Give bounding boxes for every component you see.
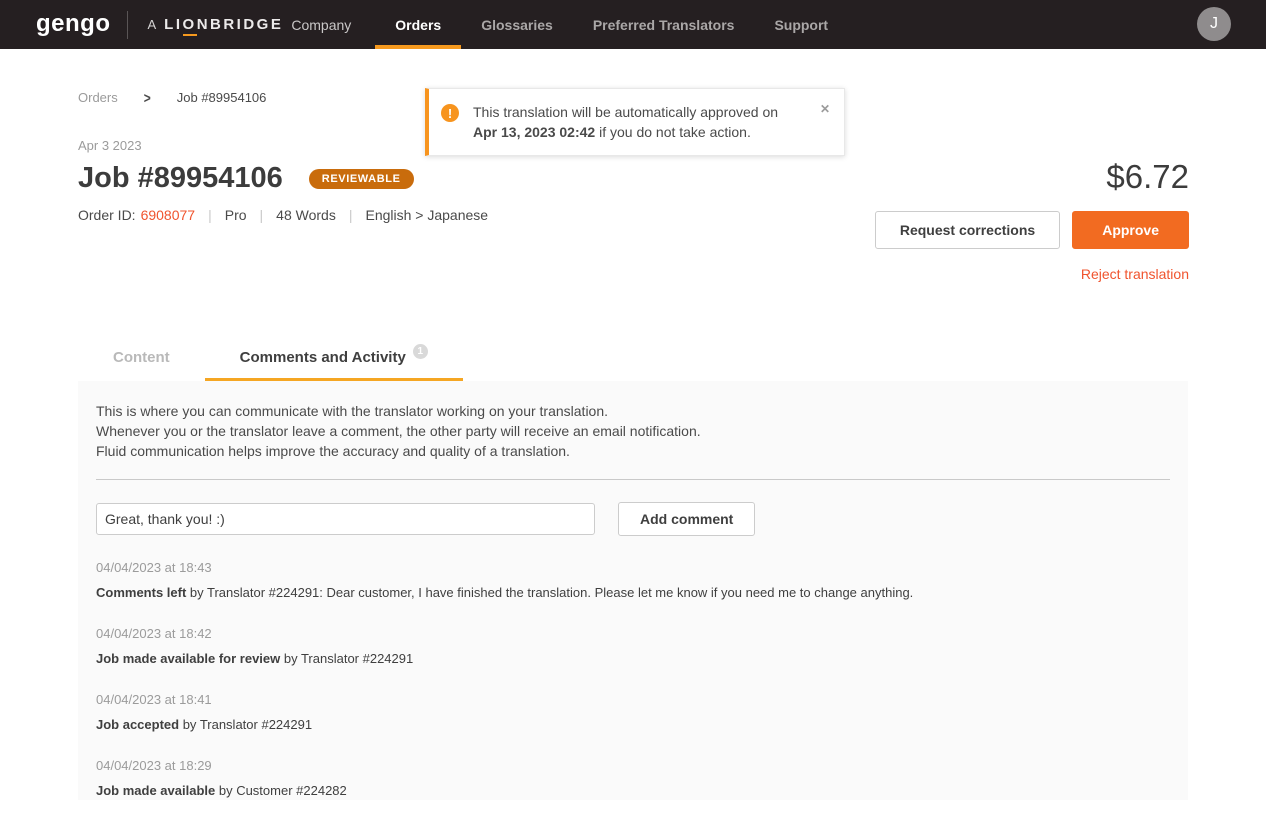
job-header: Apr 3 2023 Job #89954106 REVIEWABLE Orde… — [78, 138, 488, 223]
meta-separator: | — [208, 207, 212, 223]
main-nav: Orders Glossaries Preferred Translators … — [375, 0, 848, 49]
entry-action: Job made available for review — [96, 651, 280, 666]
lionbridge-suffix: Company — [291, 17, 351, 33]
job-price: $6.72 — [875, 158, 1189, 196]
entry-detail: by Translator #224291 — [179, 717, 312, 732]
activity-entry: 04/04/2023 at 18:41 Job accepted by Tran… — [96, 692, 1170, 732]
entry-body: Comments left by Translator #224291: Dea… — [96, 585, 1170, 600]
tab-comments-label: Comments and Activity — [240, 349, 406, 366]
entry-timestamp: 04/04/2023 at 18:41 — [96, 692, 1170, 707]
breadcrumb-current-job: Job #89954106 — [177, 90, 267, 105]
entry-detail: by Customer #224282 — [215, 783, 347, 798]
request-corrections-button[interactable]: Request corrections — [875, 211, 1060, 249]
job-tier: Pro — [225, 207, 247, 223]
activity-entry: 04/04/2023 at 18:43 Comments left by Tra… — [96, 560, 1170, 600]
meta-separator: | — [349, 207, 353, 223]
panel-divider — [96, 479, 1170, 480]
comment-count-badge: 1 — [413, 344, 428, 359]
comments-activity-panel: This is where you can communicate with t… — [78, 381, 1188, 800]
lionbridge-underlined-letter: O — [183, 16, 197, 36]
activity-entry: 04/04/2023 at 18:42 Job made available f… — [96, 626, 1170, 666]
add-comment-button[interactable]: Add comment — [618, 502, 755, 536]
lionbridge-pre: LI — [164, 16, 182, 33]
lionbridge-prefix: A — [148, 17, 157, 32]
breadcrumb: Orders > Job #89954106 — [78, 90, 266, 105]
gengo-logo[interactable]: gengo — [36, 10, 111, 49]
entry-action: Comments left — [96, 585, 186, 600]
entry-body: Job made available for review by Transla… — [96, 651, 1170, 666]
entry-body: Job made available by Customer #224282 — [96, 783, 1170, 798]
entry-timestamp: 04/04/2023 at 18:43 — [96, 560, 1170, 575]
user-avatar[interactable]: J — [1197, 7, 1231, 41]
tab-content[interactable]: Content — [78, 334, 205, 381]
approve-button[interactable]: Approve — [1072, 211, 1189, 249]
job-word-count: 48 Words — [276, 207, 336, 223]
breadcrumb-orders-link[interactable]: Orders — [78, 90, 118, 105]
job-meta-row: Order ID: 6908077 | Pro | 48 Words | Eng… — [78, 207, 488, 223]
price-and-actions: $6.72 Request corrections Approve Reject… — [875, 158, 1189, 282]
nav-item-preferred-translators[interactable]: Preferred Translators — [573, 0, 755, 49]
intro-line: Whenever you or the translator leave a c… — [96, 421, 1170, 441]
logo-divider — [127, 11, 128, 39]
intro-line: This is where you can communicate with t… — [96, 401, 1170, 421]
nav-item-glossaries[interactable]: Glossaries — [461, 0, 573, 49]
reject-translation-link[interactable]: Reject translation — [875, 266, 1189, 282]
notification-text-end: if you do not take action. — [595, 124, 751, 140]
top-navigation-bar: gengo A LIONBRIDGE Company Orders Glossa… — [0, 0, 1266, 49]
meta-separator: | — [260, 207, 264, 223]
job-date: Apr 3 2023 — [78, 138, 488, 153]
entry-detail: by Translator #224291: Dear customer, I … — [186, 585, 913, 600]
entry-detail: by Translator #224291 — [280, 651, 413, 666]
notification-date: Apr 13, 2023 02:42 — [473, 124, 595, 140]
status-badge: REVIEWABLE — [309, 169, 414, 189]
intro-line: Fluid communication helps improve the ac… — [96, 441, 1170, 461]
order-id-link[interactable]: 6908077 — [141, 207, 196, 223]
nav-item-support[interactable]: Support — [754, 0, 848, 49]
job-tabs: Content Comments and Activity 1 — [78, 334, 463, 381]
alert-icon: ! — [441, 104, 459, 122]
nav-item-orders[interactable]: Orders — [375, 0, 461, 49]
entry-timestamp: 04/04/2023 at 18:42 — [96, 626, 1170, 641]
notification-text-start: This translation will be automatically a… — [473, 104, 778, 120]
page-title: Job #89954106 — [78, 162, 283, 195]
job-language-pair: English > Japanese — [365, 207, 488, 223]
activity-log: 04/04/2023 at 18:43 Comments left by Tra… — [96, 560, 1170, 798]
entry-action: Job made available — [96, 783, 215, 798]
activity-entry: 04/04/2023 at 18:29 Job made available b… — [96, 758, 1170, 798]
lionbridge-post: NBRIDGE — [197, 16, 284, 33]
chevron-right-icon: > — [144, 89, 151, 106]
order-id-label: Order ID: — [78, 207, 136, 223]
entry-body: Job accepted by Translator #224291 — [96, 717, 1170, 732]
tab-comments-and-activity[interactable]: Comments and Activity 1 — [205, 334, 463, 381]
comment-form: Add comment — [96, 502, 1170, 536]
panel-intro: This is where you can communicate with t… — [96, 401, 1170, 461]
notification-text: This translation will be automatically a… — [473, 102, 785, 142]
entry-timestamp: 04/04/2023 at 18:29 — [96, 758, 1170, 773]
close-icon[interactable]: ✕ — [820, 102, 830, 142]
comment-input[interactable] — [96, 503, 595, 535]
entry-action: Job accepted — [96, 717, 179, 732]
lionbridge-brand: A LIONBRIDGE Company — [148, 0, 352, 49]
lionbridge-wordmark: LIONBRIDGE — [164, 16, 283, 33]
